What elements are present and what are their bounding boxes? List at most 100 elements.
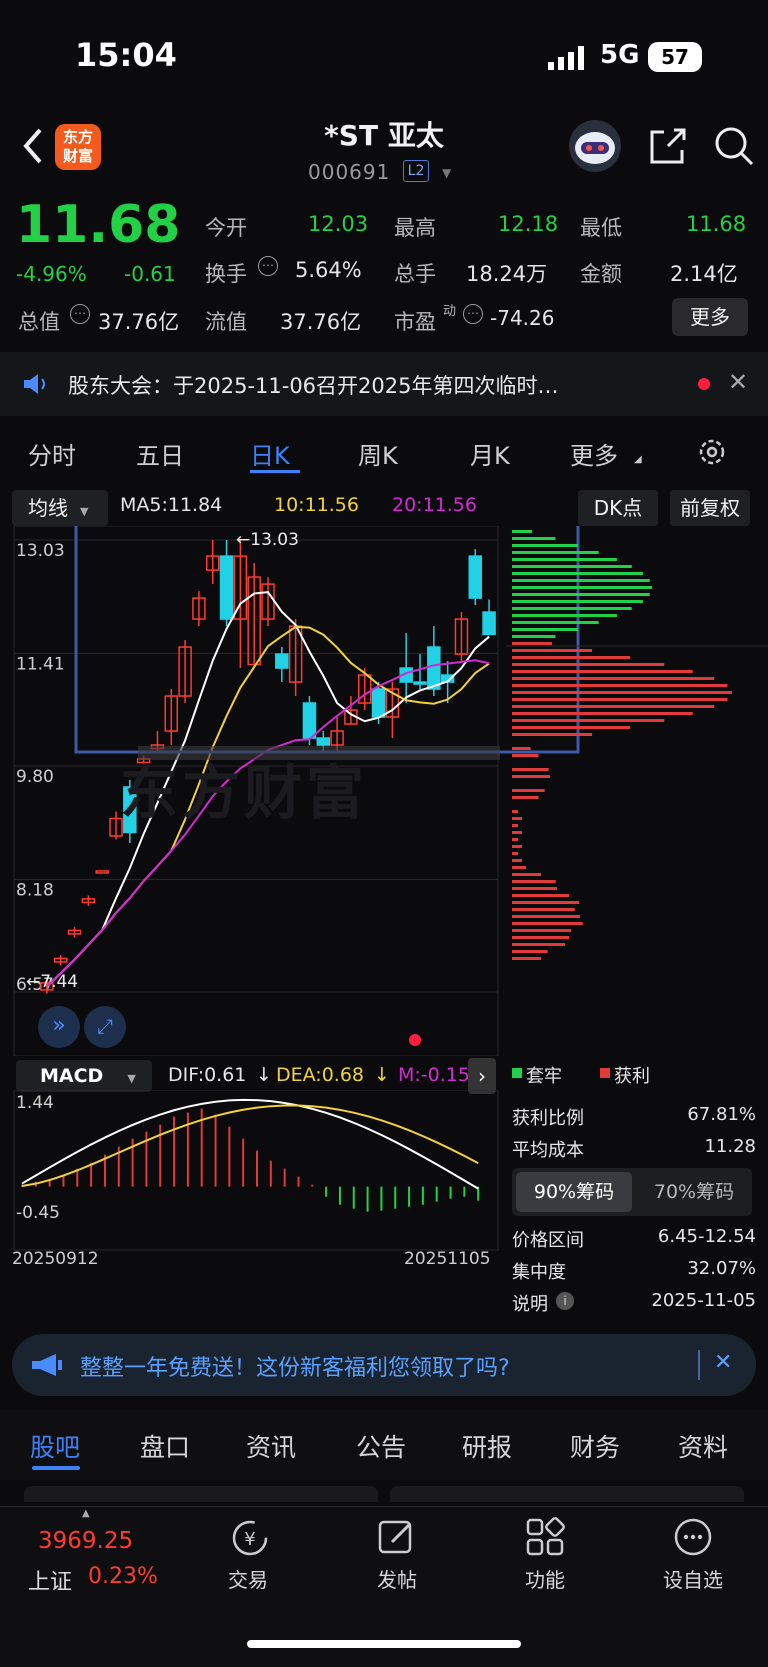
- trade-label[interactable]: 交易: [198, 1564, 298, 1593]
- more-button[interactable]: 更多: [672, 298, 748, 336]
- chip-bar: [512, 600, 643, 603]
- gear-icon[interactable]: [696, 436, 728, 468]
- high-marker-value: 13.03: [250, 530, 299, 550]
- post-icon[interactable]: [376, 1516, 418, 1558]
- avg-cost-label: 平均成本: [512, 1140, 584, 1161]
- candle-body: [316, 737, 331, 746]
- promo-text[interactable]: 整整一年免费送！这份新客福利您领取了吗?: [80, 1350, 510, 1382]
- close-icon[interactable]: ✕: [728, 368, 748, 396]
- tab-monthly-k[interactable]: 月K: [470, 436, 510, 471]
- chip-bar: [512, 901, 580, 904]
- macd-chart[interactable]: 1.44 -0.45 20250912 20251105: [0, 1090, 500, 1290]
- profit-legend-label: 获利: [614, 1066, 650, 1087]
- chip-bar: [512, 691, 732, 694]
- tab-profile[interactable]: 资料: [678, 1428, 728, 1464]
- chip-bar: [512, 922, 583, 925]
- chip-bar: [512, 607, 632, 610]
- info-icon[interactable]: ⋯: [258, 256, 278, 276]
- chip-bar: [512, 579, 650, 582]
- index-value[interactable]: 3969.25: [38, 1528, 133, 1554]
- info-icon[interactable]: i: [556, 1292, 574, 1310]
- chip-bar: [512, 817, 522, 820]
- signal-icon: [548, 46, 584, 70]
- watchlist-label[interactable]: 设自选: [643, 1564, 743, 1593]
- chip-bar: [512, 677, 715, 680]
- chevron-icon: ◢: [634, 454, 642, 465]
- fullscreen-icon[interactable]: ⤢: [84, 1006, 126, 1048]
- chip-bar: [512, 852, 518, 855]
- tab-pankou[interactable]: 盘口: [140, 1428, 190, 1464]
- price-range-label: 价格区间: [512, 1230, 584, 1251]
- chevron-down-icon[interactable]: ▼: [442, 166, 451, 180]
- chip-bar: [512, 621, 599, 624]
- chip-bar: [512, 642, 552, 645]
- chip-90-button[interactable]: 90%筹码: [516, 1172, 632, 1212]
- info-icon[interactable]: ⋯: [463, 304, 483, 324]
- l2-badge[interactable]: L2: [403, 160, 429, 182]
- info-icon[interactable]: ⋯: [70, 304, 90, 324]
- chip-bar: [512, 880, 556, 883]
- function-grid-icon[interactable]: [524, 1516, 566, 1558]
- chip-bar: [512, 859, 522, 862]
- tab-guba[interactable]: 股吧: [30, 1428, 80, 1464]
- chip-bar: [512, 873, 542, 876]
- macd-y-tick: 1.44: [16, 1093, 54, 1113]
- chevron-right-icon[interactable]: ›: [468, 1058, 496, 1094]
- amount-label: 金额: [580, 262, 622, 286]
- index-name[interactable]: 上证: [28, 1564, 72, 1596]
- chip-bar: [512, 887, 558, 890]
- function-label[interactable]: 功能: [495, 1564, 595, 1593]
- index-change[interactable]: 0.23%: [88, 1564, 158, 1589]
- chip-70-button[interactable]: 70%筹码: [640, 1172, 748, 1212]
- mktcap-label: 总值: [18, 310, 60, 334]
- tab-finance[interactable]: 财务: [570, 1428, 620, 1464]
- trapped-legend-swatch: [512, 1068, 522, 1078]
- tab-research[interactable]: 研报: [462, 1428, 512, 1464]
- tab-news[interactable]: 资讯: [246, 1428, 296, 1464]
- tab-daily-k[interactable]: 日K: [250, 436, 290, 471]
- low-marker: ←7.44: [26, 972, 79, 992]
- notice-text[interactable]: 股东大会：于2025-11-06召开2025年第四次临时…: [68, 370, 558, 400]
- chip-bar: [512, 775, 550, 778]
- expand-left-icon[interactable]: »: [38, 1006, 80, 1048]
- chip-bar: [512, 943, 566, 946]
- y-tick-label: 8.18: [16, 880, 54, 900]
- dif-arrow-icon: ↓: [256, 1064, 272, 1086]
- speaker-icon: [24, 374, 45, 394]
- chip-bar: [512, 593, 650, 596]
- tab-weekly-k[interactable]: 周K: [358, 436, 398, 471]
- candle-body: [427, 646, 441, 690]
- post-label[interactable]: 发帖: [347, 1564, 447, 1593]
- watchlist-icon[interactable]: [672, 1516, 714, 1558]
- search-icon[interactable]: [712, 124, 756, 168]
- status-time: 15:04: [75, 36, 177, 74]
- chip-bar: [512, 684, 728, 687]
- adjust-button[interactable]: 前复权: [670, 490, 750, 526]
- volume-label: 总手: [394, 262, 436, 286]
- concentration-label: 集中度: [512, 1262, 566, 1283]
- open-value: 12.03: [308, 212, 369, 236]
- chip-bar: [512, 635, 556, 638]
- volume-value: 18.24万: [466, 262, 548, 286]
- chip-bar: [512, 719, 665, 722]
- share-icon[interactable]: [646, 124, 690, 168]
- tab-more[interactable]: 更多: [570, 436, 618, 471]
- chip-bar: [512, 950, 548, 953]
- megaphone-icon: [32, 1354, 62, 1376]
- tab-announcement[interactable]: 公告: [356, 1428, 406, 1464]
- robot-avatar-icon[interactable]: [565, 118, 625, 174]
- indicator-select[interactable]: 均线 ▼: [12, 490, 108, 526]
- tab-five-day[interactable]: 五日: [136, 436, 184, 471]
- tab-intraday[interactable]: 分时: [28, 436, 76, 471]
- dk-point-button[interactable]: DK点: [578, 490, 658, 526]
- close-icon[interactable]: ✕: [714, 1350, 732, 1375]
- macd-select[interactable]: MACD ▼: [16, 1060, 152, 1092]
- chip-bar: [512, 670, 693, 673]
- profit-ratio-value: 67.81%: [687, 1104, 756, 1125]
- candle-body: [302, 702, 317, 739]
- battery-icon: 57: [648, 42, 702, 72]
- high-value: 12.18: [498, 212, 559, 236]
- trade-icon[interactable]: ¥: [228, 1518, 272, 1558]
- watermark: 东方财富: [120, 759, 369, 827]
- turnover-label: 换手: [205, 262, 247, 286]
